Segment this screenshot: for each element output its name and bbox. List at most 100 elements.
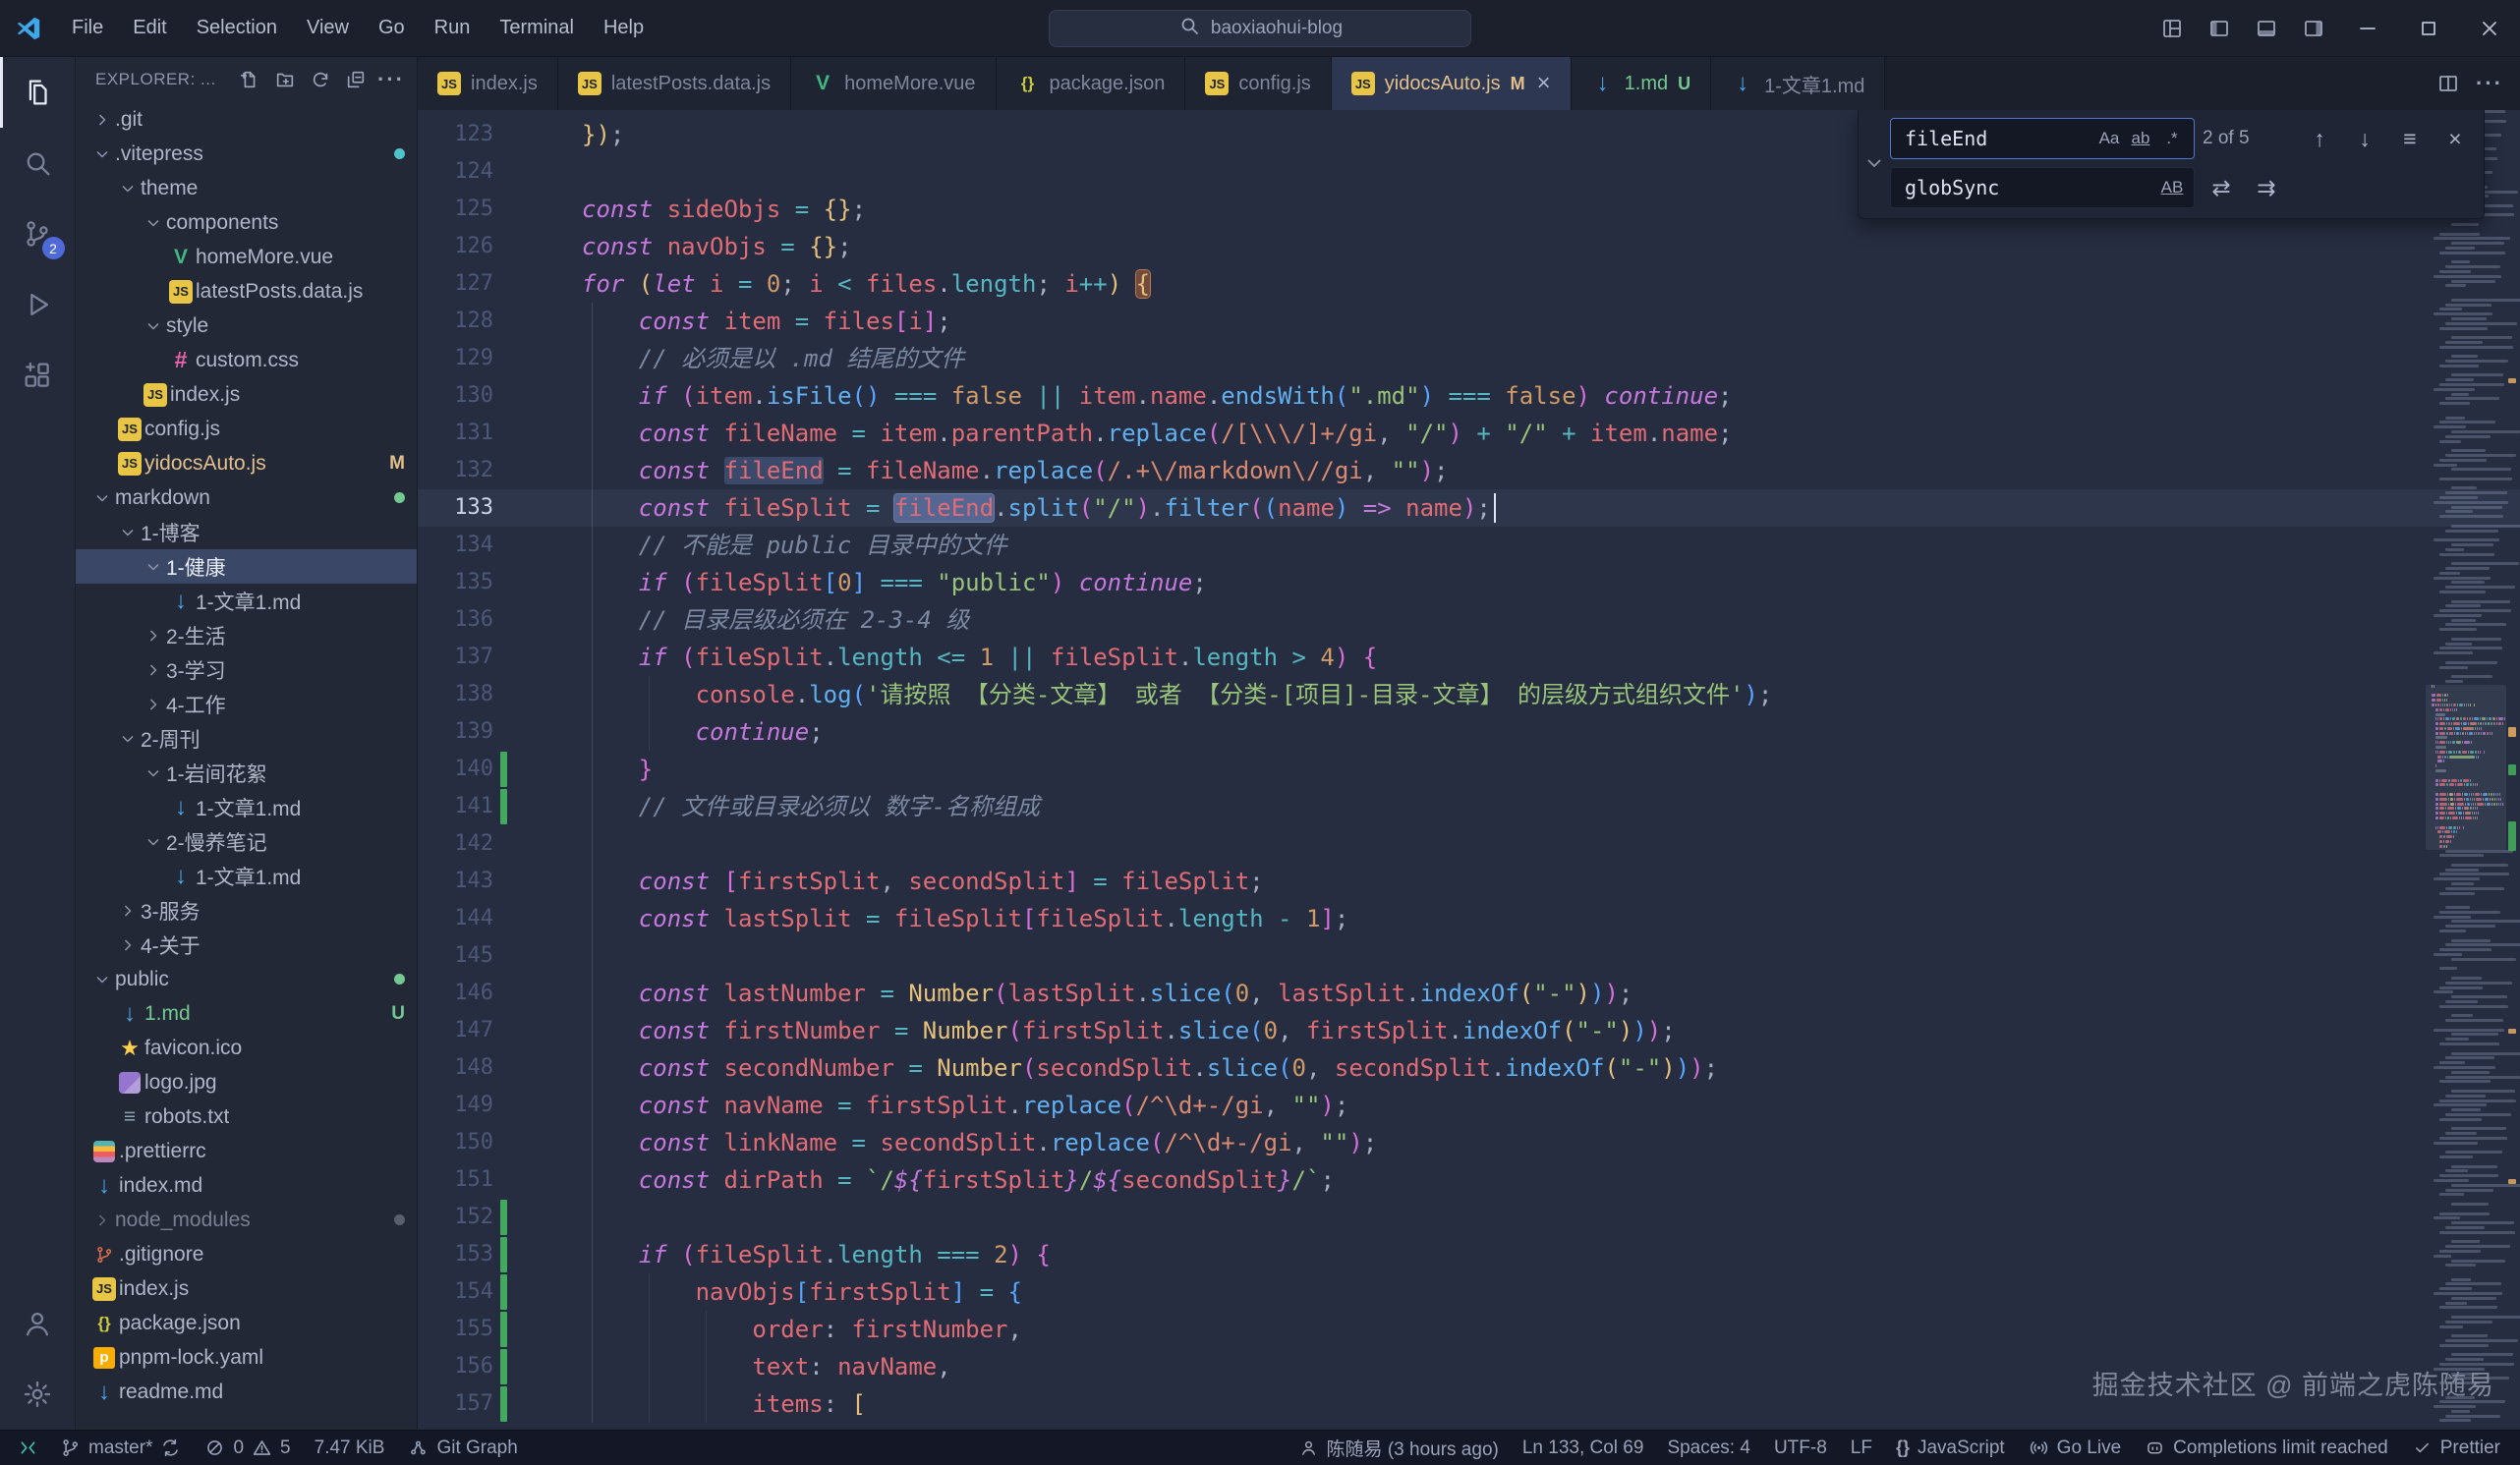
tree-item-.prettierrc[interactable]: .prettierrc xyxy=(76,1134,417,1168)
menu-edit[interactable]: Edit xyxy=(118,17,181,38)
tree-item-node_modules[interactable]: node_modules xyxy=(76,1203,417,1237)
tree-item-1-博客[interactable]: 1-博客 xyxy=(76,515,417,549)
tree-item-1-文章1.md[interactable]: ↓1-文章1.md xyxy=(76,790,417,824)
toggle-secondary-sidebar-icon[interactable] xyxy=(2290,0,2337,56)
close-tab-button[interactable]: × xyxy=(1537,70,1551,97)
code-line-154[interactable]: 154 navObjs[firstSplit] = { xyxy=(418,1273,2520,1311)
code-line-129[interactable]: 129 // 必须是以 .md 结尾的文件 xyxy=(418,340,2520,377)
tree-item-style[interactable]: style xyxy=(76,309,417,343)
activity-account[interactable] xyxy=(0,1288,76,1359)
tree-item-robots.txt[interactable]: ≡robots.txt xyxy=(76,1099,417,1134)
refresh-button[interactable] xyxy=(303,62,338,97)
tab-config.js[interactable]: JSconfig.js xyxy=(1185,57,1331,110)
menu-terminal[interactable]: Terminal xyxy=(485,17,589,38)
tree-item-latestPosts.data.js[interactable]: JSlatestPosts.data.js xyxy=(76,274,417,309)
code-line-146[interactable]: 146 const lastNumber = Number(lastSplit.… xyxy=(418,975,2520,1012)
eol-status[interactable]: LF xyxy=(1839,1431,1884,1465)
tree-item-custom.css[interactable]: #custom.css xyxy=(76,343,417,377)
tree-item-logo.jpg[interactable]: logo.jpg xyxy=(76,1065,417,1099)
close-button[interactable] xyxy=(2459,0,2520,56)
code-line-137[interactable]: 137 if (fileSplit.length <= 1 || fileSpl… xyxy=(418,639,2520,676)
code-line-141[interactable]: 141 // 文件或目录必须以 数字-名称组成 xyxy=(418,788,2520,825)
go-live-status[interactable]: Go Live xyxy=(2017,1431,2133,1465)
command-center[interactable]: baoxiaohui-blog xyxy=(1049,10,1471,47)
more-button[interactable]: ··· xyxy=(2469,63,2510,104)
tab-package.json[interactable]: {}package.json xyxy=(997,57,1186,110)
tab-latestPosts.data.js[interactable]: JSlatestPosts.data.js xyxy=(558,57,791,110)
tree-item-4-关于[interactable]: 4-关于 xyxy=(76,928,417,962)
menu-run[interactable]: Run xyxy=(420,17,486,38)
minimize-button[interactable] xyxy=(2337,0,2398,56)
next-match-button[interactable]: ↓ xyxy=(2346,120,2383,157)
tree-item-config.js[interactable]: JSconfig.js xyxy=(76,412,417,446)
tree-item-2-慢养笔记[interactable]: 2-慢养笔记 xyxy=(76,824,417,859)
code-line-138[interactable]: 138 console.log('请按照 【分类-文章】 或者 【分类-[项目]… xyxy=(418,676,2520,713)
toggle-panel-icon[interactable] xyxy=(2243,0,2290,56)
tree-item-.vitepress[interactable]: .vitepress xyxy=(76,137,417,171)
code-line-130[interactable]: 130 if (item.isFile() === false || item.… xyxy=(418,377,2520,415)
tree-item-2-周刊[interactable]: 2-周刊 xyxy=(76,721,417,756)
code-line-150[interactable]: 150 const linkName = secondSplit.replace… xyxy=(418,1124,2520,1161)
prettier-status[interactable]: Prettier xyxy=(2400,1431,2512,1465)
replace-input[interactable] xyxy=(1903,175,2156,200)
new-folder-button[interactable] xyxy=(267,62,303,97)
file-size-status[interactable]: 7.47 KiB xyxy=(303,1431,397,1465)
indentation-status[interactable]: Spaces: 4 xyxy=(1655,1431,1762,1465)
tree-item-2-生活[interactable]: 2-生活 xyxy=(76,618,417,652)
code-line-148[interactable]: 148 const secondNumber = Number(secondSp… xyxy=(418,1049,2520,1087)
tree-item-3-学习[interactable]: 3-学习 xyxy=(76,652,417,687)
git-graph-status[interactable]: Git Graph xyxy=(396,1431,529,1465)
code-line-144[interactable]: 144 const lastSplit = fileSplit[fileSpli… xyxy=(418,900,2520,937)
tree-item-1-岩间花絮[interactable]: 1-岩间花絮 xyxy=(76,756,417,790)
tree-item-index.js[interactable]: JSindex.js xyxy=(76,377,417,412)
tree-item-index.md[interactable]: ↓index.md xyxy=(76,1168,417,1203)
code-line-143[interactable]: 143 const [firstSplit, secondSplit] = fi… xyxy=(418,863,2520,900)
code-line-133[interactable]: 133 const fileSplit = fileEnd.split("/")… xyxy=(418,489,2520,527)
tree-item-3-服务[interactable]: 3-服务 xyxy=(76,893,417,928)
tree-item-public[interactable]: public xyxy=(76,962,417,996)
tree-item-index.js[interactable]: JSindex.js xyxy=(76,1271,417,1306)
blame-status[interactable]: 陈随易 (3 hours ago) xyxy=(1287,1431,1511,1465)
tree-item-favicon.ico[interactable]: ★favicon.ico xyxy=(76,1031,417,1065)
minimap[interactable] xyxy=(2428,110,2504,1430)
language-status[interactable]: {}JavaScript xyxy=(1884,1431,2017,1465)
tree-item-theme[interactable]: theme xyxy=(76,171,417,205)
encoding-status[interactable]: UTF-8 xyxy=(1762,1431,1839,1465)
regex-button[interactable]: .* xyxy=(2156,123,2188,154)
tree-item-readme.md[interactable]: ↓readme.md xyxy=(76,1375,417,1409)
toggle-sidebar-icon[interactable] xyxy=(2196,0,2243,56)
preserve-case-button[interactable]: AB xyxy=(2156,172,2188,203)
replace-button[interactable]: ⇄ xyxy=(2203,169,2240,206)
tree-item-.git[interactable]: .git xyxy=(76,102,417,137)
code-line-126[interactable]: 126const navObjs = {}; xyxy=(418,228,2520,265)
code-line-145[interactable]: 145 xyxy=(418,937,2520,975)
menu-selection[interactable]: Selection xyxy=(182,17,292,38)
minimap-slider[interactable] xyxy=(2426,685,2506,850)
maximize-button[interactable] xyxy=(2398,0,2459,56)
activity-run-debug[interactable] xyxy=(0,269,76,340)
code-line-153[interactable]: 153 if (fileSplit.length === 2) { xyxy=(418,1236,2520,1273)
replace-all-button[interactable]: ⇉ xyxy=(2248,169,2285,206)
problems-status[interactable]: 05 xyxy=(193,1431,302,1465)
find-input[interactable] xyxy=(1903,126,2093,151)
activity-extensions[interactable] xyxy=(0,340,76,411)
code-line-147[interactable]: 147 const firstNumber = Number(firstSpli… xyxy=(418,1012,2520,1049)
tree-item-markdown[interactable]: markdown xyxy=(76,480,417,515)
tab-yidocsAuto.js[interactable]: JSyidocsAuto.jsM× xyxy=(1332,57,1572,110)
code-line-132[interactable]: 132 const fileEnd = fileName.replace(/.+… xyxy=(418,452,2520,489)
code-line-139[interactable]: 139 continue; xyxy=(418,713,2520,751)
code-line-128[interactable]: 128 const item = files[i]; xyxy=(418,303,2520,340)
customize-layout-icon[interactable] xyxy=(2148,0,2196,56)
find-in-selection-button[interactable]: ≡ xyxy=(2391,120,2429,157)
tab-homeMore.vue[interactable]: VhomeMore.vue xyxy=(791,57,996,110)
toggle-replace-button[interactable] xyxy=(1859,118,1890,208)
code-line-140[interactable]: 140 } xyxy=(418,751,2520,788)
menu-help[interactable]: Help xyxy=(589,17,659,38)
tree-item-pnpm-lock.yaml[interactable]: ppnpm-lock.yaml xyxy=(76,1340,417,1375)
code-line-131[interactable]: 131 const fileName = item.parentPath.rep… xyxy=(418,415,2520,452)
activity-search[interactable] xyxy=(0,128,76,198)
code-line-149[interactable]: 149 const navName = firstSplit.replace(/… xyxy=(418,1087,2520,1124)
tab-1.md[interactable]: ↓1.mdU xyxy=(1572,57,1711,110)
activity-explorer[interactable] xyxy=(0,57,76,128)
tab-index.js[interactable]: JSindex.js xyxy=(418,57,558,110)
